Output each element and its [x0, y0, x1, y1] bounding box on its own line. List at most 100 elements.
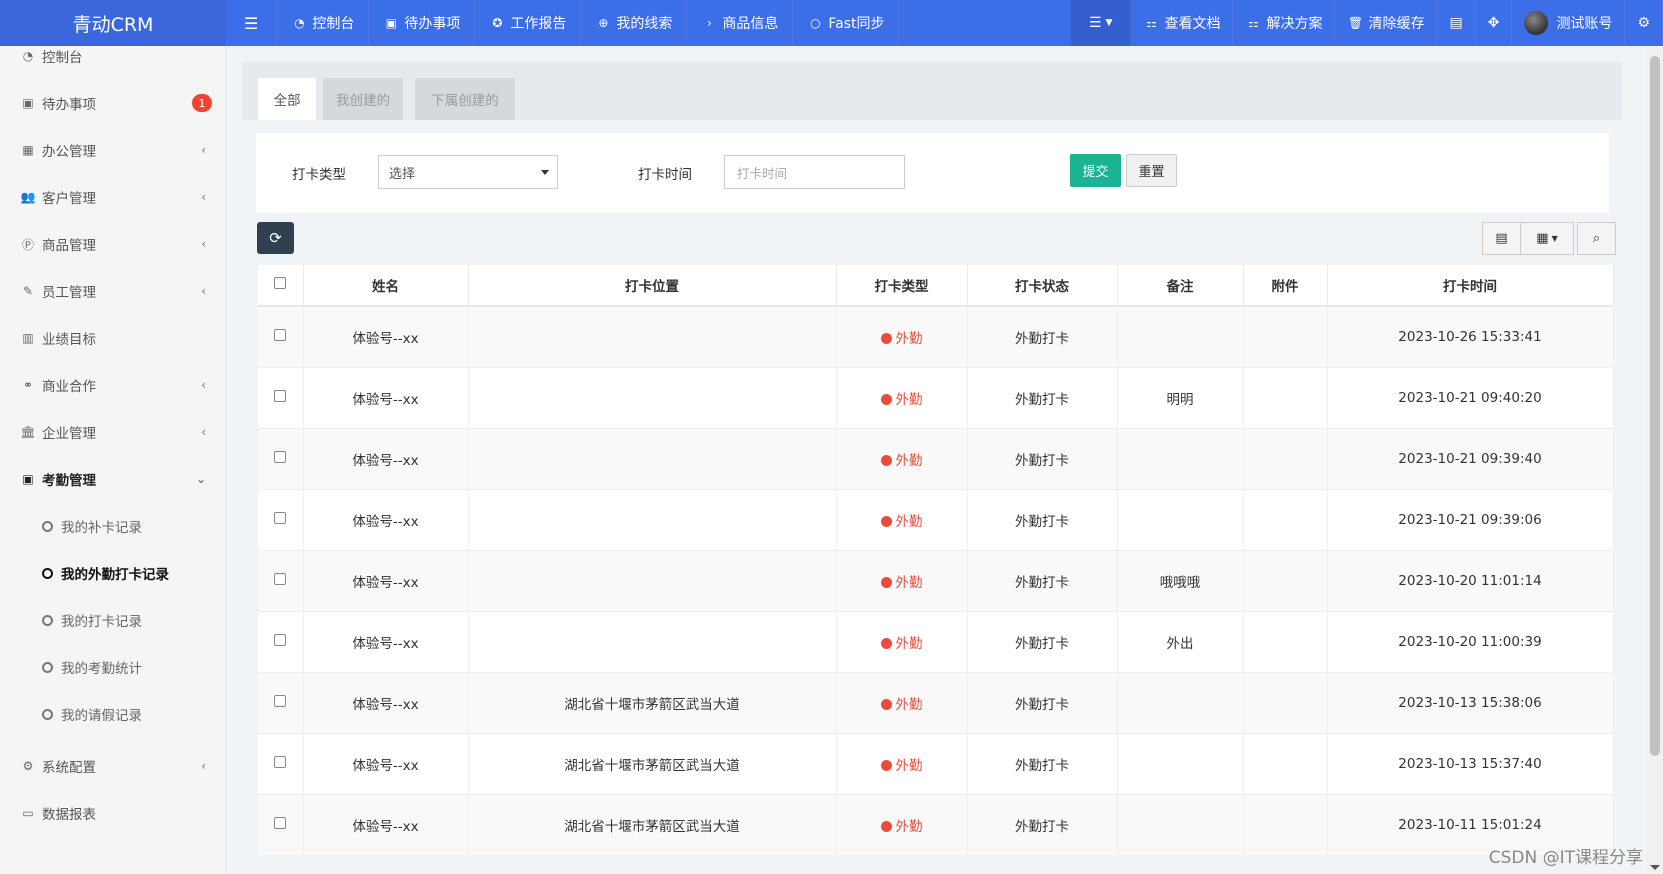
table-row[interactable]: 体验号--xx 外勤 外勤打卡 哦哦哦 2023-10-20 11:01:14 — [258, 549, 1614, 611]
row-checkbox[interactable] — [274, 816, 287, 829]
cell-type: 外勤 — [836, 732, 968, 794]
sidebar-item-targets[interactable]: ▥ 业绩目标 — [0, 314, 225, 362]
table-row[interactable]: 体验号--xx 外勤 外勤打卡 明明 2023-10-21 09:40:20 — [258, 366, 1614, 428]
columns-dropdown-button[interactable]: ▦ ▼ — [1520, 222, 1574, 255]
search-toggle-button[interactable]: ⌕ — [1577, 222, 1616, 255]
translate-button[interactable]: ▤ — [1437, 0, 1476, 46]
row-checkbox[interactable] — [274, 328, 287, 341]
col-header-note[interactable]: 备注 — [1117, 265, 1244, 307]
brand-logo[interactable]: 青动CRM — [0, 0, 226, 46]
scroll-down-arrow-icon[interactable] — [1650, 865, 1660, 870]
sidebar-sub-checkin[interactable]: 我的打卡记录 — [0, 596, 225, 644]
sidebar-item-attendance[interactable]: ▣ 考勤管理 ⌄ — [0, 455, 225, 503]
chevron-right-icon: › — [706, 16, 712, 30]
cell-name: 体验号--xx — [303, 427, 469, 489]
col-header-time[interactable]: 打卡时间 — [1327, 265, 1614, 307]
topnav-clear-cache[interactable]: 🗑 清除缓存 — [1335, 0, 1438, 46]
cell-status: 外勤打卡 — [967, 366, 1118, 428]
checkin-type-select[interactable]: 选择 — [378, 155, 558, 189]
sidebar-item-system[interactable]: ⚙ 系统配置 ‹ — [0, 742, 225, 790]
table-row[interactable]: 体验号--xx 外勤 外勤打卡 2023-10-21 09:39:40 — [258, 427, 1614, 489]
row-checkbox[interactable] — [274, 572, 287, 585]
sidebar-item-cooperation[interactable]: ⚭ 商业合作 ‹ — [0, 361, 225, 409]
refresh-button[interactable]: ⟳ — [257, 222, 294, 254]
sidebar-item-dashboard[interactable]: ◔ 控制台 — [0, 46, 225, 80]
row-checkbox[interactable] — [274, 450, 287, 463]
vertical-scrollbar[interactable] — [1646, 46, 1663, 874]
row-checkbox[interactable] — [274, 694, 287, 707]
topnav-docs[interactable]: ⚏ 查看文档 — [1131, 0, 1234, 46]
sidebar-sub-leave[interactable]: 我的请假记录 — [0, 690, 225, 738]
sidebar-sub-makeup[interactable]: 我的补卡记录 — [0, 502, 225, 550]
tab-created-by-subordinates[interactable]: 下属创建的 — [415, 78, 515, 120]
table-row[interactable]: 体验号--xx 湖北省十堰市茅箭区武当大道 外勤 外勤打卡 2023-10-13… — [258, 671, 1614, 733]
sidebar-item-employees[interactable]: ✎ 员工管理 ‹ — [0, 267, 225, 315]
cell-type: 外勤 — [836, 671, 968, 733]
cell-name: 体验号--xx — [303, 610, 469, 672]
circle-icon: ○ — [810, 16, 821, 30]
cell-note: 外出 — [1117, 610, 1244, 672]
row-checkbox[interactable] — [274, 389, 287, 402]
scrollbar-thumb[interactable] — [1650, 56, 1660, 756]
windows-icon: ▦ — [22, 143, 34, 157]
cell-location — [468, 610, 837, 672]
col-header-status[interactable]: 打卡状态 — [967, 265, 1118, 307]
cell-status: 外勤打卡 — [967, 488, 1118, 550]
col-header-location[interactable]: 打卡位置 — [468, 265, 837, 307]
topnav-report[interactable]: ✪ 工作报告 — [475, 0, 582, 46]
topnav-fastsync[interactable]: ○ Fast同步 — [793, 0, 900, 46]
cell-time: 2023-10-13 15:38:06 — [1327, 671, 1614, 733]
table-body: 体验号--xx 外勤 外勤打卡 2023-10-26 15:33:41 体验号-… — [258, 305, 1614, 855]
submit-button[interactable]: 提交 — [1070, 154, 1121, 187]
bar-chart-icon: ▥ — [22, 331, 34, 345]
cell-location: 湖北省十堰市茅箭区武当大道 — [468, 793, 837, 855]
topnav-todo[interactable]: ▣ 待办事项 — [369, 0, 476, 46]
sidebar-sub-field-checkin[interactable]: 我的外勤打卡记录 — [0, 549, 225, 597]
sidebar-item-products[interactable]: Ⓟ 商品管理 ‹ — [0, 220, 225, 268]
settings-button[interactable]: ⚙ — [1625, 0, 1663, 46]
top-nav: ☰ ◔ 控制台 ▣ 待办事项 ✪ 工作报告 ⊕ 我的线索 › 商品信息 ○ Fast同步 — [226, 0, 900, 46]
reset-button[interactable]: 重置 — [1126, 154, 1177, 187]
tab-created-by-me[interactable]: 我创建的 — [323, 78, 403, 120]
table-row[interactable]: 体验号--xx 外勤 外勤打卡 外出 2023-10-20 11:00:39 — [258, 610, 1614, 672]
cell-time: 2023-10-21 09:39:06 — [1327, 488, 1614, 550]
sidebar-sub-stats[interactable]: 我的考勤统计 — [0, 643, 225, 691]
row-checkbox[interactable] — [274, 633, 287, 646]
circle-icon — [42, 520, 53, 532]
menu-toggle-button[interactable]: ☰ — [226, 0, 278, 46]
table-row[interactable]: 体验号--xx 湖北省十堰市茅箭区武当大道 外勤 外勤打卡 2023-10-11… — [258, 793, 1614, 855]
topnav-leads[interactable]: ⊕ 我的线索 — [581, 0, 688, 46]
table-row[interactable]: 体验号--xx 外勤 外勤打卡 2023-10-21 09:39:06 — [258, 488, 1614, 550]
cog-icon: ⚙ — [22, 759, 34, 773]
sidebar-item-enterprise[interactable]: 🏛 企业管理 ‹ — [0, 408, 225, 456]
tab-all[interactable]: 全部 — [258, 78, 316, 120]
product-hunt-icon: Ⓟ — [21, 237, 34, 252]
user-menu[interactable]: 测试账号 — [1512, 0, 1626, 46]
topnav-dashboard[interactable]: ◔ 控制台 — [277, 0, 370, 46]
topnav-solutions[interactable]: ⚏ 解决方案 — [1233, 0, 1336, 46]
toggle-view-button[interactable]: ▤ — [1482, 222, 1521, 255]
table-row[interactable]: 体验号--xx 湖北省十堰市茅箭区武当大道 外勤 外勤打卡 2023-10-13… — [258, 732, 1614, 794]
watermark: CSDN @IT课程分享 — [1488, 848, 1643, 868]
circle-icon — [42, 661, 53, 673]
row-checkbox[interactable] — [274, 755, 287, 768]
dashboard-icon: ◔ — [294, 16, 305, 30]
sidebar-item-reports[interactable]: ▭ 数据报表 — [0, 789, 225, 837]
cell-note — [1117, 732, 1244, 794]
list-dropdown-button[interactable]: ☰ ▼ — [1070, 0, 1132, 46]
row-checkbox[interactable] — [274, 511, 287, 524]
col-header-attachment[interactable]: 附件 — [1243, 265, 1328, 307]
gears-icon: ⚙ — [1637, 15, 1650, 31]
col-header-type[interactable]: 打卡类型 — [836, 265, 968, 307]
fullscreen-button[interactable]: ✥ — [1476, 0, 1513, 46]
table-row[interactable]: 体验号--xx 外勤 外勤打卡 2023-10-26 15:33:41 — [258, 305, 1614, 367]
select-all-checkbox[interactable] — [274, 277, 287, 289]
sidebar-item-customers[interactable]: 👥 客户管理 ‹ — [0, 173, 225, 221]
cell-attachment — [1243, 305, 1328, 367]
sidebar-item-office[interactable]: ▦ 办公管理 ‹ — [0, 126, 225, 174]
sidebar-item-todo[interactable]: ▣ 待办事项 1 — [0, 79, 225, 127]
checkin-time-input[interactable]: 打卡时间 — [724, 155, 905, 189]
chevron-left-icon: ‹ — [201, 378, 206, 392]
topnav-products[interactable]: › 商品信息 — [687, 0, 794, 46]
col-header-name[interactable]: 姓名 — [303, 265, 469, 307]
